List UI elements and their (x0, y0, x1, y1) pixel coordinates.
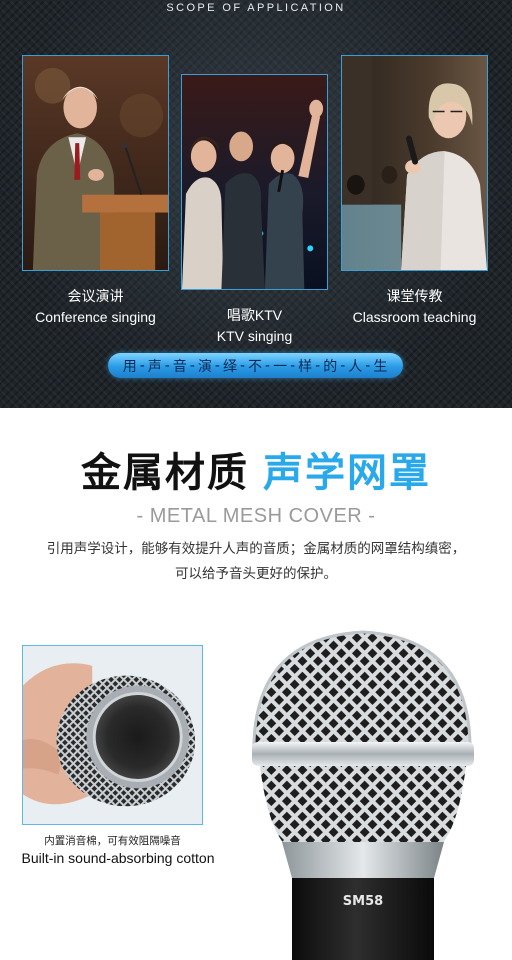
slogan-char: 样 (298, 358, 314, 375)
heading-blue: 声学网罩 (263, 450, 431, 496)
slogan-char: 的 (323, 358, 339, 375)
slogan-char: 生 (373, 358, 389, 375)
microphone-image: SM58 (248, 630, 478, 960)
mesh-subheading: - METAL MESH COVER - (136, 505, 376, 527)
slogan-char: 声 (147, 358, 163, 375)
scope-title: SCOPE OF APPLICATION (166, 2, 346, 14)
slogan-char: 人 (348, 358, 364, 375)
slogan-char: 不 (248, 358, 263, 375)
desc-line-2: 可以给予音头更好的保护。 (175, 566, 337, 582)
caption-classroom-zh: 课堂传教 (386, 288, 443, 304)
inset-caption-zh: 内置消音棉，可有效阻隔噪音 (44, 835, 181, 847)
caption-conference-zh: 会议演讲 (67, 288, 124, 304)
mic-model-label: SM58 (343, 894, 383, 909)
mesh-description: 引用声学设计，能够有效提升人声的音质；金属材质的网罩结构缜密， 可以给予音头更好… (0, 537, 512, 587)
conference-photo (22, 55, 169, 271)
caption-classroom-en: Classroom teaching (352, 309, 477, 325)
desc-line-1: 引用声学设计，能够有效提升人声的音质；金属材质的网罩结构缜密， (46, 541, 466, 557)
caption-conference: 会议演讲 Conference singing (22, 286, 169, 328)
slogan-char: 音 (172, 358, 188, 375)
slogan-char: 演 (197, 358, 213, 375)
slogan-char: 绎 (222, 358, 238, 375)
slogan-char: 用 (122, 358, 138, 375)
inset-caption-en: Built-in sound-absorbing cotton (21, 850, 215, 866)
caption-ktv: 唱歌KTV KTV singing (181, 305, 328, 347)
slogan-banner: 用- 声- 音- 演- 绎- 不- 一- 样- 的- 人- 生 (108, 353, 403, 378)
caption-ktv-en: KTV singing (216, 328, 293, 344)
caption-classroom: 课堂传教 Classroom teaching (341, 286, 488, 328)
ktv-photo (181, 74, 328, 290)
slogan-char: 一 (273, 358, 289, 375)
foam-inset-photo (22, 645, 203, 825)
scope-section: SCOPE OF APPLICATION 会议演讲 Conference sin… (0, 0, 512, 408)
mesh-heading: 金属材质 声学网罩 (0, 440, 512, 498)
heading-black: 金属材质 (81, 450, 249, 496)
classroom-photo (341, 55, 488, 271)
caption-ktv-zh: 唱歌KTV (226, 307, 283, 323)
caption-conference-en: Conference singing (35, 309, 156, 325)
